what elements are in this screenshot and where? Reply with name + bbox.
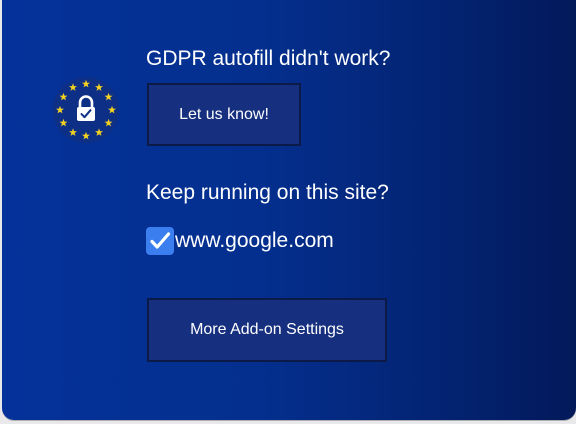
addon-popup: GDPR autofill didn't work? Let us know! … xyxy=(2,0,576,420)
let-us-know-button[interactable]: Let us know! xyxy=(147,83,301,146)
site-checkbox[interactable] xyxy=(146,227,174,255)
site-heading: Keep running on this site? xyxy=(146,181,389,204)
report-heading: GDPR autofill didn't work? xyxy=(146,47,391,70)
site-label: www.google.com xyxy=(175,229,334,252)
more-addon-settings-button[interactable]: More Add-on Settings xyxy=(147,298,387,362)
site-checkbox-row[interactable]: www.google.com xyxy=(146,226,334,256)
eu-stars-padlock-icon xyxy=(50,74,122,146)
checkmark-icon xyxy=(150,232,171,249)
